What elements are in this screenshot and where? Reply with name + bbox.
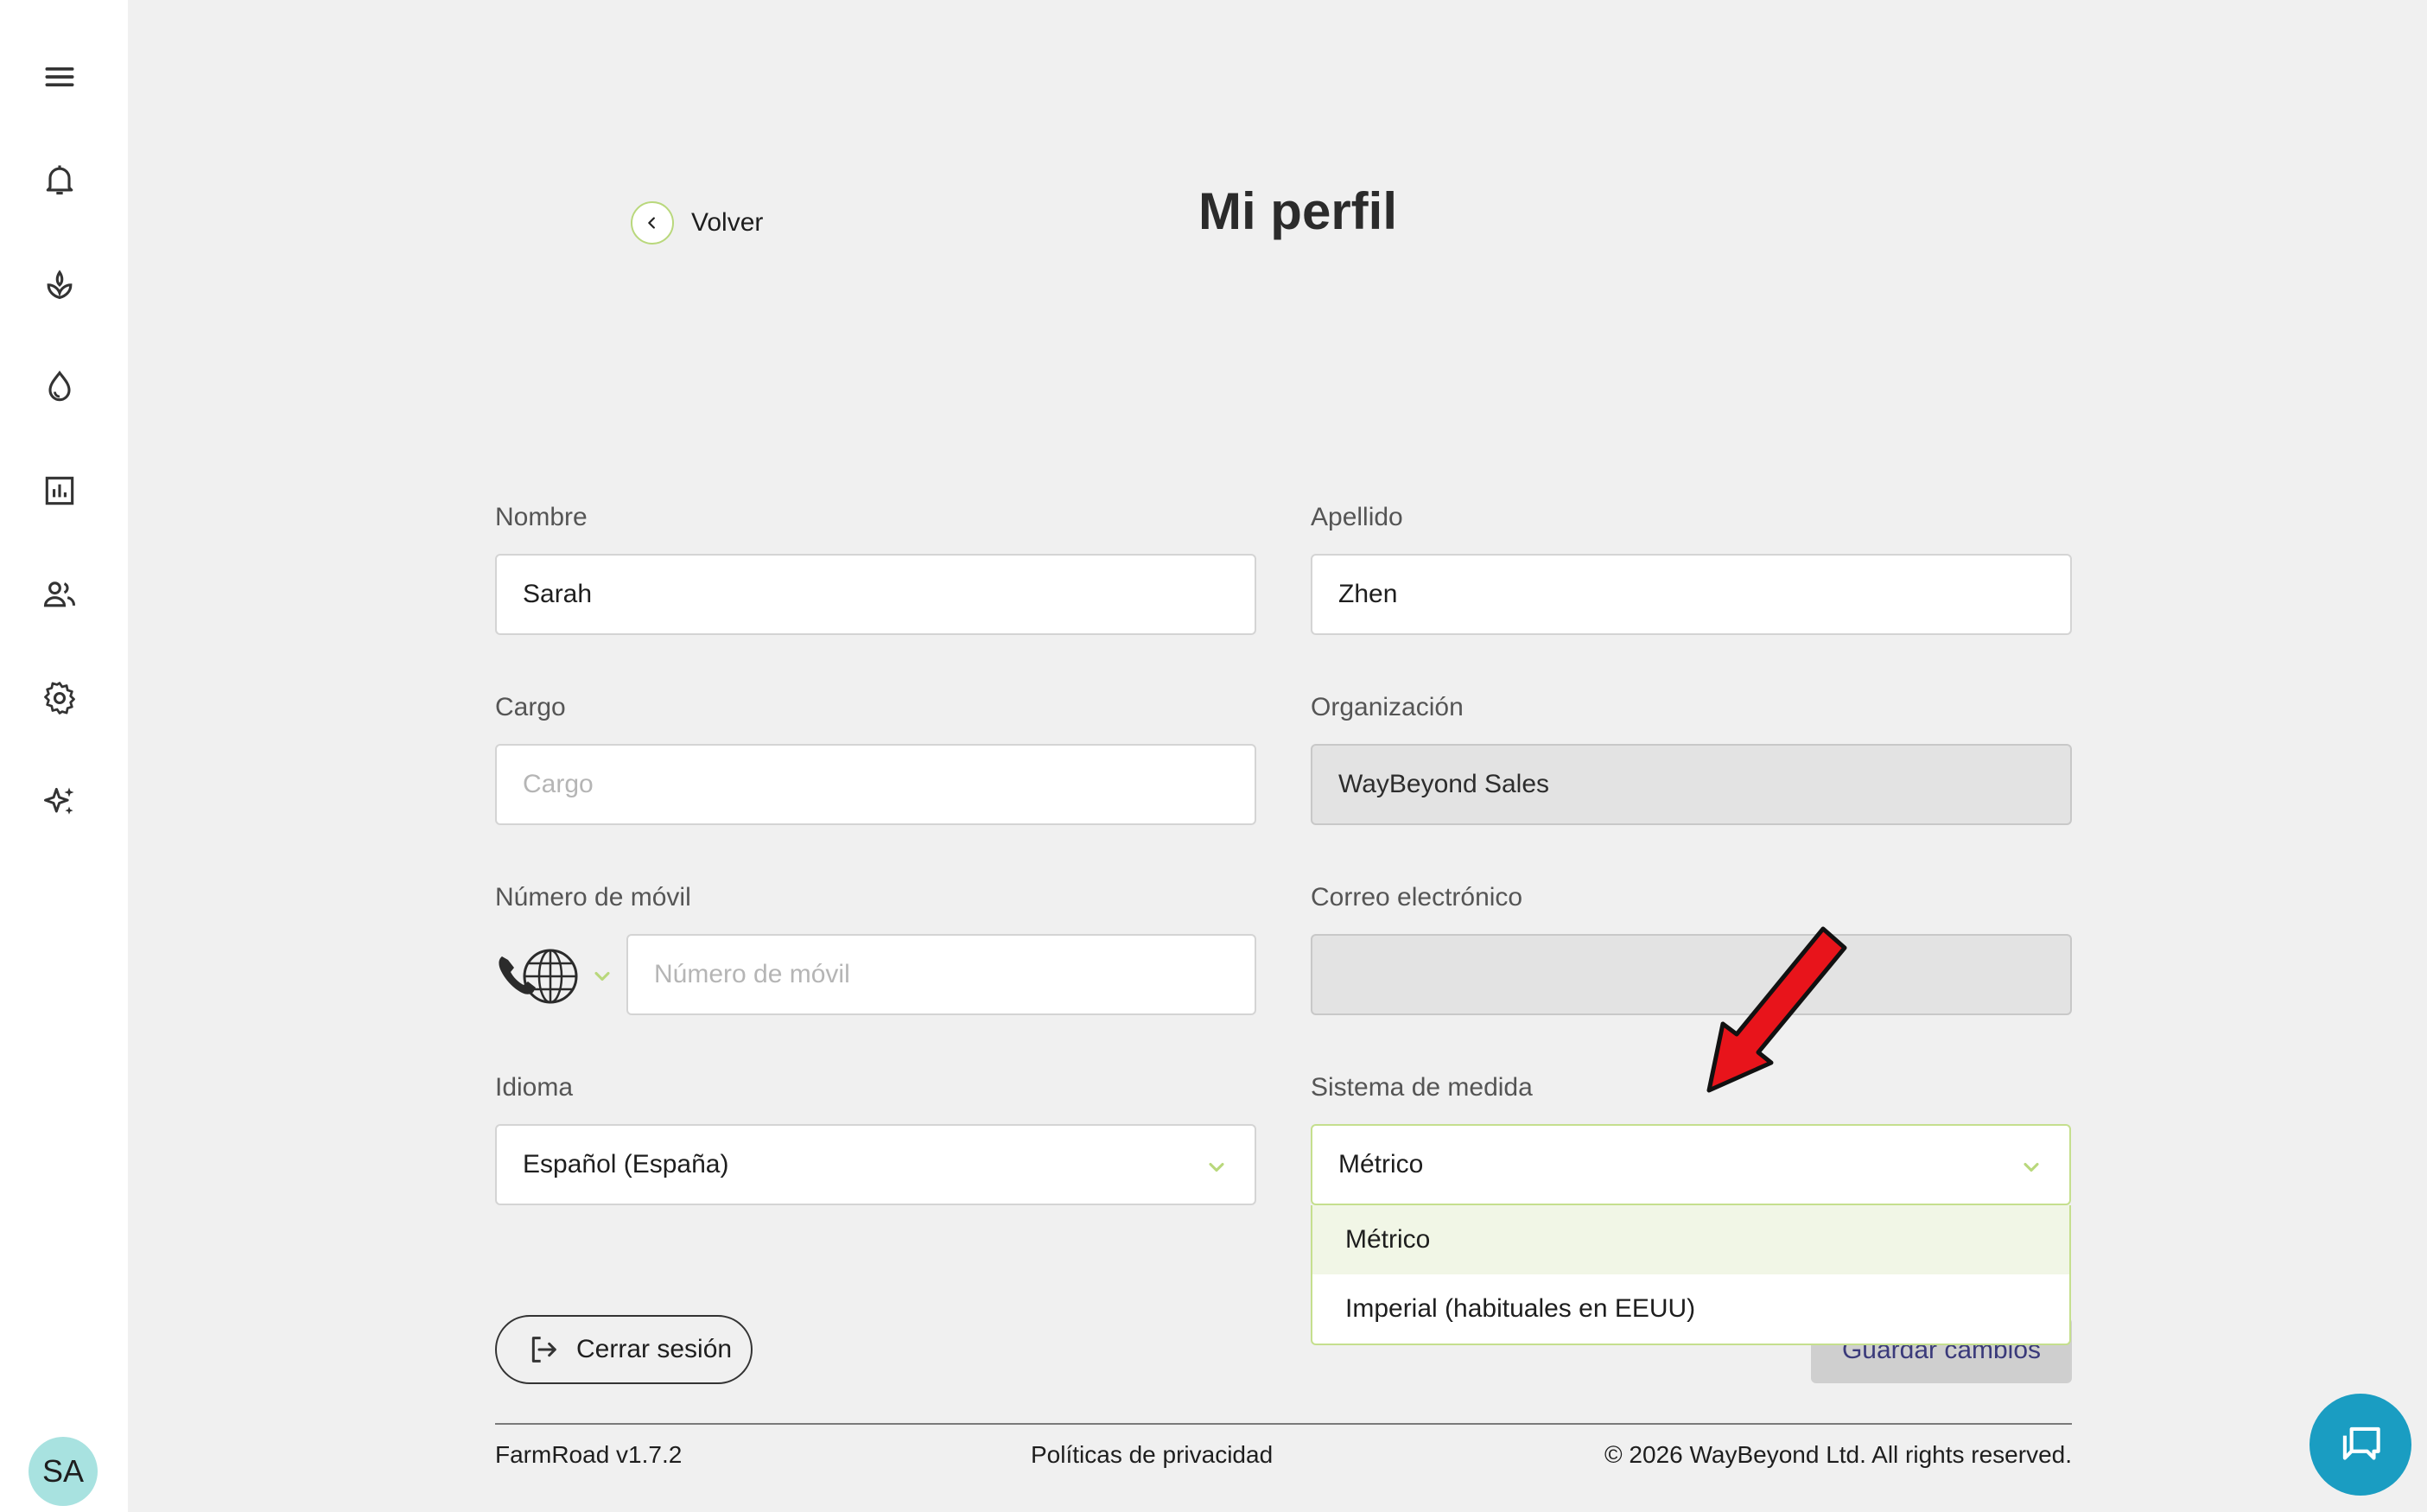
page-title: Mi perfil [1198,182,1397,240]
sparkles-icon[interactable] [34,776,86,828]
mobile-label: Número de móvil [495,883,691,912]
footer-version: FarmRoad v1.7.2 [495,1441,683,1468]
phone-globe-icon [499,949,578,1004]
organization-label: Organización [1311,693,1464,721]
chart-icon[interactable] [34,465,86,517]
last-name-label: Apellido [1311,503,1403,531]
language-label: Idioma [495,1073,574,1102]
chevron-down-icon [594,971,610,982]
country-code-select[interactable] [495,948,614,1005]
measurement-value: Métrico [1338,1150,1424,1178]
email-field [1311,934,2072,1015]
mobile-field[interactable] [626,934,1256,1015]
privacy-link[interactable]: Políticas de privacidad [1031,1441,1273,1469]
measurement-select[interactable]: Métrico [1311,1124,2071,1205]
annotation-arrow [1706,926,1847,1093]
logout-icon [531,1337,556,1363]
measurement-label: Sistema de medida [1311,1073,1533,1102]
gear-icon[interactable] [34,672,86,724]
email-label: Correo electrónico [1311,883,1523,912]
measurement-dropdown: Métrico Imperial (habituales en EEUU) [1311,1205,2071,1345]
footer-copyright: © 2026 WayBeyond Ltd. All rights reserve… [1604,1441,2072,1468]
position-label: Cargo [495,693,566,721]
organization-field [1311,744,2072,825]
logout-label: Cerrar sesión [576,1335,733,1363]
first-name-field[interactable] [495,554,1256,635]
users-icon[interactable] [34,569,86,620]
water-drop-icon[interactable] [34,361,86,413]
footer-divider [495,1423,2072,1425]
avatar[interactable]: SA [29,1437,98,1506]
chevron-down-icon [2024,1162,2039,1172]
chat-icon [2342,1426,2380,1460]
language-value: Español (España) [523,1150,729,1178]
chat-button[interactable] [2309,1394,2411,1496]
first-name-label: Nombre [495,503,588,531]
plant-icon[interactable] [34,257,86,309]
menu-icon[interactable] [34,51,86,103]
chevron-down-icon [1209,1162,1224,1172]
logout-button[interactable]: Cerrar sesión [495,1315,753,1384]
measurement-option-imperial[interactable]: Imperial (habituales en EEUU) [1312,1274,2069,1344]
measurement-option-metric[interactable]: Métrico [1312,1205,2069,1274]
language-select[interactable]: Español (España) [495,1124,1256,1205]
position-field[interactable] [495,744,1256,825]
last-name-field[interactable] [1311,554,2072,635]
